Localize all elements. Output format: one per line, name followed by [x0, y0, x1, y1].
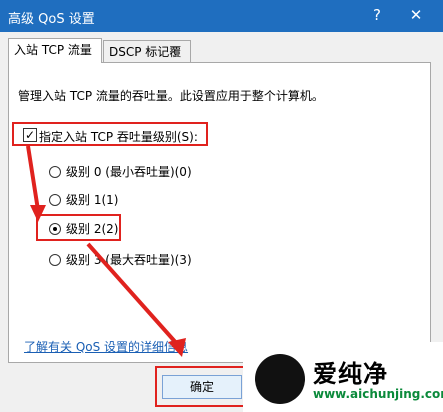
- ok-button[interactable]: 确定: [162, 375, 242, 399]
- arrow-head-1: [30, 205, 46, 222]
- arrow-line-2: [86, 242, 180, 347]
- watermark-badge-icon: [255, 354, 305, 404]
- tab-inbound-tcp-traffic[interactable]: 入站 TCP 流量: [8, 38, 102, 63]
- watermark-text: 爱纯净: [313, 360, 388, 388]
- arrow-head-2: [168, 338, 186, 357]
- arrow-line-1: [26, 145, 40, 211]
- watermark-logo: 爱纯净 www.aichunjing.com: [243, 342, 443, 412]
- watermark-url: www.aichunjing.com: [313, 387, 443, 401]
